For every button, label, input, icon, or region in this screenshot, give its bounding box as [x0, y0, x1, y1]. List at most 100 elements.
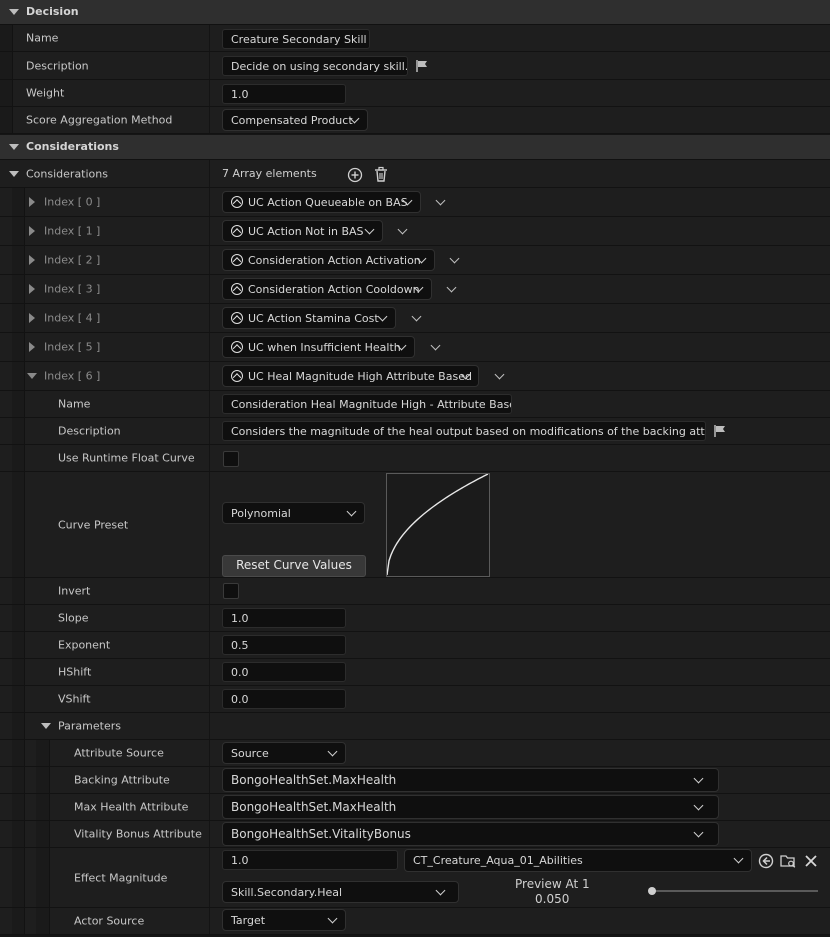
exponent-field[interactable]: 0.5 [222, 635, 346, 655]
considerations-section-header[interactable]: Considerations [0, 135, 830, 160]
consideration-class-dropdown[interactable]: UC Action Not in BAS [222, 220, 383, 242]
expand-arrow-icon[interactable] [29, 255, 35, 265]
consideration-class-dropdown[interactable]: UC Action Stamina Cost [222, 307, 396, 329]
expand-arrow-icon[interactable] [29, 313, 35, 323]
weight-field[interactable]: 1.0 [222, 84, 346, 104]
property-label: Considerations [26, 167, 108, 180]
invert-checkbox[interactable] [223, 583, 239, 599]
preview-slider-track[interactable] [652, 890, 818, 892]
detail-row-invert: Invert [0, 578, 830, 605]
chevron-down-icon [346, 506, 357, 517]
section-title: Decision [26, 5, 79, 18]
chevron-down-icon[interactable] [430, 340, 441, 351]
property-row-score-aggregation: Score Aggregation Method Compensated Pro… [0, 107, 830, 134]
detail-row-exponent: Exponent 0.5 [0, 632, 830, 659]
attribute-source-dropdown[interactable]: Source [222, 742, 346, 764]
collapse-arrow-icon[interactable] [9, 171, 19, 177]
param-row-backing-attribute: Backing Attribute BongoHealthSet.MaxHeal… [0, 767, 830, 794]
array-element-row[interactable]: Index [ 5 ] UC when Insufficient Health [0, 333, 830, 362]
property-label: Exponent [58, 638, 111, 652]
backing-attribute-dropdown[interactable]: BongoHealthSet.MaxHealth [222, 768, 719, 792]
detail-row-vshift: VShift 0.0 [0, 686, 830, 713]
consideration-description-field[interactable]: Considers the magnitude of the heal outp… [222, 421, 706, 441]
array-count: 7 Array elements [222, 167, 317, 180]
array-element-row[interactable]: Index [ 2 ] Consideration Action Activat… [0, 246, 830, 275]
localization-flag-icon[interactable] [713, 424, 727, 438]
array-element-row[interactable]: Index [ 6 ] UC Heal Magnitude High Attri… [0, 362, 830, 391]
chevron-down-icon [693, 827, 704, 838]
class-icon [231, 225, 243, 237]
consideration-class-dropdown[interactable]: UC Action Queueable on BAS [222, 191, 421, 213]
chevron-down-icon[interactable] [494, 369, 505, 380]
chevron-down-icon[interactable] [411, 311, 422, 322]
expand-arrow-icon[interactable] [29, 226, 35, 236]
param-row-effect-magnitude: Effect Magnitude 1.0 CT_Creature_Aqua_01… [0, 848, 830, 908]
collapse-arrow-icon[interactable] [9, 144, 19, 150]
close-icon[interactable] [803, 853, 819, 869]
expand-arrow-icon[interactable] [29, 284, 35, 294]
decision-name-field[interactable]: Creature Secondary Skill [222, 29, 370, 49]
property-label: Effect Magnitude [74, 871, 168, 884]
class-icon [231, 196, 243, 208]
curve-preset-dropdown[interactable]: Polynomial [222, 502, 365, 524]
localization-flag-icon[interactable] [415, 59, 429, 73]
add-element-icon[interactable] [347, 167, 363, 183]
slope-field[interactable]: 1.0 [222, 608, 346, 628]
max-health-attribute-dropdown[interactable]: BongoHealthSet.MaxHealth [222, 795, 719, 819]
use-runtime-curve-checkbox[interactable] [223, 451, 239, 467]
trash-icon[interactable] [373, 166, 389, 182]
array-index-label: Index [ 3 ] [44, 282, 101, 296]
property-label: Actor Source [74, 914, 145, 928]
property-label: Name [58, 397, 91, 411]
curve-row-dropdown[interactable]: Skill.Secondary.Heal [222, 881, 459, 903]
preview-slider-thumb[interactable] [648, 887, 656, 895]
actor-source-dropdown[interactable]: Target [222, 909, 346, 931]
use-selected-icon[interactable] [758, 853, 774, 869]
property-label: Attribute Source [74, 746, 164, 760]
consideration-class-dropdown[interactable]: Consideration Action Cooldown [222, 278, 432, 300]
consideration-class-dropdown[interactable]: UC Heal Magnitude High Attribute Based [222, 365, 479, 387]
chevron-down-icon [693, 800, 704, 811]
array-element-row[interactable]: Index [ 3 ] Consideration Action Cooldow… [0, 275, 830, 304]
property-label: Use Runtime Float Curve [58, 451, 195, 465]
collapse-arrow-icon[interactable] [27, 373, 37, 379]
property-label: Slope [58, 611, 89, 625]
hshift-field[interactable]: 0.0 [222, 662, 346, 682]
chevron-down-icon[interactable] [435, 195, 446, 206]
param-row-attribute-source: Attribute Source Source [0, 740, 830, 767]
array-index-label: Index [ 5 ] [44, 340, 101, 354]
parameters-row[interactable]: Parameters [0, 713, 830, 740]
chevron-down-icon[interactable] [446, 282, 457, 293]
curve-table-dropdown[interactable]: CT_Creature_Aqua_01_Abilities [404, 849, 752, 872]
consideration-class-dropdown[interactable]: Consideration Action Activation [222, 249, 435, 271]
detail-row-slope: Slope 1.0 [0, 605, 830, 632]
array-element-row[interactable]: Index [ 0 ] UC Action Queueable on BAS [0, 188, 830, 217]
collapse-arrow-icon[interactable] [9, 9, 19, 15]
property-label: Name [26, 31, 59, 45]
consideration-class-dropdown[interactable]: UC when Insufficient Health [222, 336, 415, 358]
effect-magnitude-field[interactable]: 1.0 [222, 850, 398, 870]
expand-arrow-icon[interactable] [29, 197, 35, 207]
chevron-down-icon [327, 913, 338, 924]
vshift-field[interactable]: 0.0 [222, 689, 346, 709]
decision-description-field[interactable]: Decide on using secondary skill. [222, 56, 408, 76]
property-label: Curve Preset [58, 518, 129, 531]
chevron-down-icon [733, 853, 744, 864]
detail-row-curve-preset: Curve Preset Polynomial Reset Curve Valu… [0, 472, 830, 578]
property-label: Max Health Attribute [74, 800, 189, 814]
array-element-row[interactable]: Index [ 1 ] UC Action Not in BAS [0, 217, 830, 246]
vitality-bonus-attribute-dropdown[interactable]: BongoHealthSet.VitalityBonus [222, 822, 719, 846]
score-aggregation-dropdown[interactable]: Compensated Product [222, 109, 368, 131]
browse-folder-icon[interactable] [780, 853, 796, 869]
array-element-row[interactable]: Index [ 4 ] UC Action Stamina Cost [0, 304, 830, 333]
expand-arrow-icon[interactable] [29, 342, 35, 352]
reset-curve-button[interactable]: Reset Curve Values [222, 555, 366, 577]
chevron-down-icon [364, 224, 375, 235]
decision-section-header[interactable]: Decision [0, 0, 830, 25]
chevron-down-icon[interactable] [449, 253, 460, 264]
array-index-label: Index [ 2 ] [44, 253, 101, 267]
consideration-name-field[interactable]: Consideration Heal Magnitude High - Attr… [222, 394, 512, 414]
chevron-down-icon[interactable] [397, 224, 408, 235]
property-label: VShift [58, 692, 91, 706]
collapse-arrow-icon[interactable] [41, 723, 51, 729]
